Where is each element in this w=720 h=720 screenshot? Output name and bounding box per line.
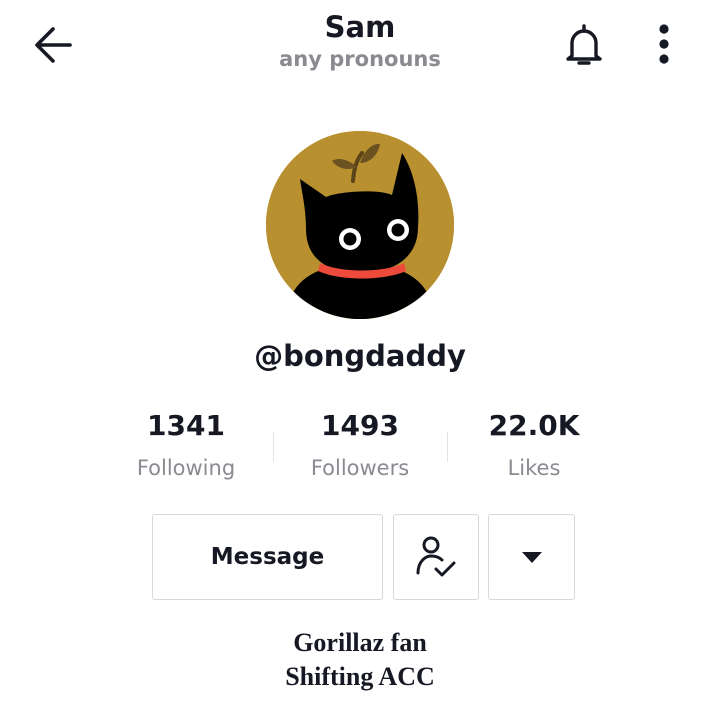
caret-down-icon — [521, 552, 542, 563]
more-vertical-icon — [659, 24, 669, 64]
message-button[interactable]: Message — [152, 514, 383, 600]
username: @bongdaddy — [254, 339, 466, 373]
page-title: Sam — [324, 10, 396, 44]
bio-line: Gorillaz fan — [293, 628, 427, 657]
suggested-accounts-dropdown-button[interactable] — [488, 514, 575, 600]
followers-count: 1493 — [321, 409, 399, 442]
bell-icon — [566, 24, 602, 65]
stat-likes[interactable]: 22.0K Likes — [434, 405, 634, 489]
message-button-label: Message — [210, 544, 325, 570]
arrow-left-icon — [35, 27, 72, 63]
friend-status-button[interactable] — [393, 514, 479, 600]
back-button[interactable] — [22, 20, 82, 70]
avatar[interactable] — [266, 131, 454, 319]
notification-bell-button[interactable] — [558, 20, 610, 72]
more-options-button[interactable] — [644, 18, 684, 74]
header-title-block: Sam any pronouns — [200, 10, 520, 74]
person-check-icon — [416, 536, 456, 577]
following-count: 1341 — [147, 409, 225, 442]
profile-bio: Gorillaz fan Shifting ACC — [160, 626, 560, 694]
followers-label: Followers — [310, 456, 410, 480]
pronouns-subtitle: any pronouns — [279, 47, 441, 71]
stat-following[interactable]: 1341 Following — [86, 405, 286, 489]
following-label: Following — [136, 456, 236, 480]
stat-followers[interactable]: 1493 Followers — [260, 405, 460, 489]
bio-line: Shifting ACC — [285, 662, 435, 691]
likes-label: Likes — [507, 456, 561, 480]
likes-count: 22.0K — [488, 409, 580, 442]
black-cat-avatar-image — [266, 131, 454, 319]
